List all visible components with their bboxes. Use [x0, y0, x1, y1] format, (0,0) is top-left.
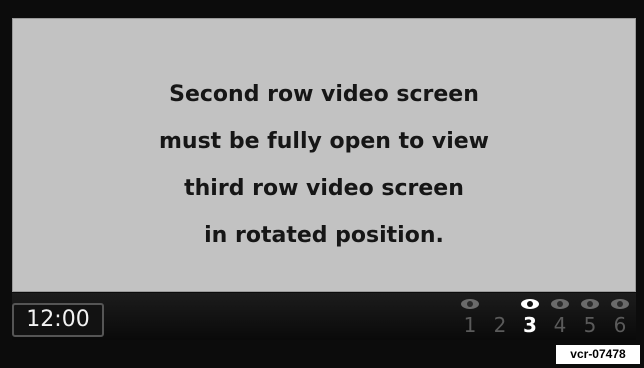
channel-4[interactable]: 4 — [546, 297, 574, 341]
eye-icon — [461, 299, 479, 309]
screen-frame: Second row video screen must be fully op… — [0, 0, 644, 368]
warning-message: Second row video screen must be fully op… — [13, 71, 635, 259]
channel-5[interactable]: 5 — [576, 297, 604, 341]
channel-6[interactable]: 6 — [606, 297, 634, 341]
message-line-1: Second row video screen — [169, 82, 479, 107]
channel-selector: 1 2 3 4 5 6 — [456, 297, 636, 341]
eye-icon — [551, 299, 569, 309]
channel-number: 1 — [463, 313, 477, 337]
message-line-2: must be fully open to view — [158, 129, 490, 154]
message-line-3: third row video screen — [184, 176, 464, 201]
message-line-4: in rotated position. — [204, 223, 444, 248]
channel-1[interactable]: 1 — [456, 297, 484, 341]
channel-3[interactable]: 3 — [516, 297, 544, 341]
clock-display: 12:00 — [12, 303, 104, 337]
channel-number: 6 — [613, 313, 627, 337]
channel-number: 4 — [553, 313, 567, 337]
channel-number: 3 — [523, 313, 537, 337]
eye-icon — [581, 299, 599, 309]
message-panel: Second row video screen must be fully op… — [12, 18, 636, 292]
channel-number: 5 — [583, 313, 597, 337]
eye-icon — [521, 299, 539, 309]
reference-tag: vcr-07478 — [556, 345, 640, 364]
channel-2[interactable]: 2 — [486, 297, 514, 341]
channel-number: 2 — [493, 313, 507, 337]
eye-icon — [611, 299, 629, 309]
